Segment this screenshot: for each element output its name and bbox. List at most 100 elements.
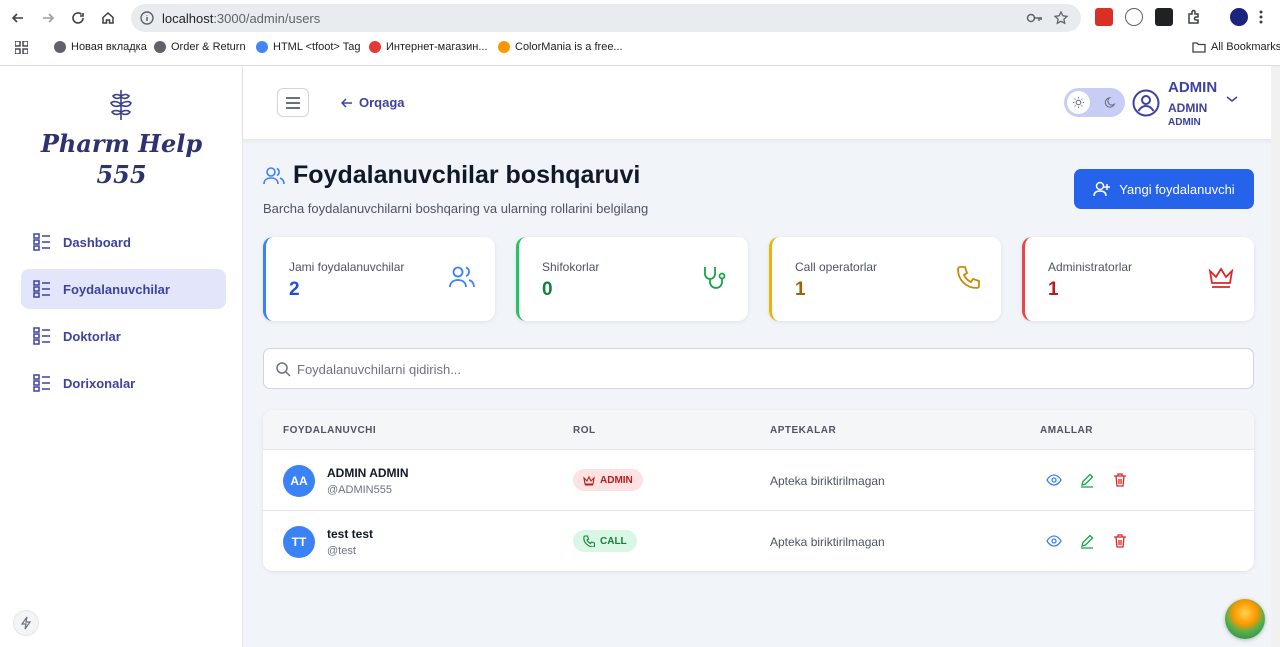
table-row: AA ADMIN ADMIN @ADMIN555 ADMIN Apteka bi… — [263, 449, 1254, 510]
logo-number: 555 — [96, 160, 147, 189]
bookmark-item[interactable]: ColorMania is a free... — [498, 41, 623, 53]
site-info-icon[interactable] — [139, 10, 155, 26]
address-bar[interactable]: localhost:3000/admin/users — [131, 4, 1081, 32]
search-icon — [275, 361, 291, 377]
all-bookmarks[interactable]: All Bookmarks — [1192, 41, 1280, 53]
users-table: FOYDALANUVCHI ROL APTEKALAR AMALLAR AA A… — [263, 410, 1254, 571]
stat-label: Administratorlar — [1048, 260, 1133, 274]
folder-icon — [1192, 42, 1206, 53]
stat-card-doctors: Shifokorlar 0 — [516, 237, 748, 321]
role-badge: CALL — [573, 530, 637, 552]
avatar: AA — [283, 465, 315, 497]
user-circle-icon[interactable] — [1132, 89, 1160, 117]
stat-label: Jami foydalanuvchilar — [289, 260, 405, 274]
sidebar-item-label: Dorixonalar — [63, 375, 136, 391]
extensions-puzzle-icon[interactable] — [1185, 8, 1203, 26]
bookmarks-bar: Новая вкладка Order & Return HTML <tfoot… — [0, 38, 1280, 60]
forward-arrow-icon[interactable] — [37, 7, 59, 29]
back-link[interactable]: Orqaga — [341, 95, 405, 110]
list-icon — [33, 233, 51, 251]
sidebar-item-label: Dashboard — [63, 234, 131, 250]
edit-pencil-icon[interactable] — [1079, 472, 1095, 488]
view-eye-icon[interactable] — [1046, 533, 1062, 549]
column-header: ROL — [573, 425, 596, 436]
sidebar-item-label: Doktorlar — [63, 328, 121, 344]
colormania-icon — [498, 41, 510, 53]
extension-dark-icon[interactable] — [1155, 8, 1173, 26]
delete-trash-icon[interactable] — [1112, 472, 1128, 488]
list-icon — [33, 327, 51, 345]
back-label: Orqaga — [359, 95, 405, 110]
crown-icon — [583, 475, 595, 486]
users-icon — [449, 265, 475, 289]
sidebar-item-dorixonalar[interactable]: Dorixonalar — [21, 363, 226, 403]
apps-grid-icon[interactable] — [15, 41, 28, 54]
globe-icon — [154, 41, 166, 53]
theme-toggle[interactable] — [1064, 88, 1125, 117]
table-row: TT test test @test CALL Apteka biriktiri… — [263, 510, 1254, 571]
user-name[interactable]: ADMIN — [1168, 79, 1217, 96]
extension-red-icon[interactable] — [1095, 8, 1113, 26]
user-plus-icon — [1093, 181, 1111, 197]
page-title: Foydalanuvchilar boshqaruvi — [293, 161, 641, 189]
bookmark-item[interactable]: Интернет-магазин... — [369, 41, 488, 53]
stat-value: 0 — [542, 279, 553, 300]
shop-icon — [369, 41, 381, 53]
menu-toggle-button[interactable] — [277, 88, 309, 117]
home-icon[interactable] — [97, 7, 119, 29]
page-subtitle: Barcha foydalanuvchilarni boshqaring va … — [263, 201, 649, 216]
stat-card-call-operators: Call operatorlar 1 — [769, 237, 1001, 321]
chevron-down-icon[interactable] — [1225, 94, 1239, 104]
view-eye-icon[interactable] — [1046, 472, 1062, 488]
sidebar-item-foydalanuvchilar[interactable]: Foydalanuvchilar — [21, 269, 226, 309]
url-text: localhost:3000/admin/users — [162, 11, 321, 26]
phone-icon — [955, 265, 981, 291]
back-arrow-icon[interactable] — [7, 7, 29, 29]
list-icon — [33, 374, 51, 392]
search-box — [263, 348, 1254, 389]
search-input[interactable] — [297, 357, 1197, 381]
scrollbar[interactable] — [1271, 66, 1280, 647]
pharmacy-value: Apteka biriktirilmagan — [770, 474, 885, 488]
stat-card-total-users: Jami foydalanuvchilar 2 — [263, 237, 495, 321]
stat-value: 1 — [795, 279, 806, 300]
top-bar: Orqaga ADMIN ADMIN ADMIN — [243, 66, 1280, 139]
new-user-label: Yangi foydalanuvchi — [1119, 181, 1235, 197]
google-icon — [256, 41, 268, 53]
delete-trash-icon[interactable] — [1112, 533, 1128, 549]
floating-assistant-icon[interactable] — [1225, 599, 1265, 639]
column-header: FOYDALANUVCHI — [283, 425, 377, 436]
bookmark-item[interactable]: HTML <tfoot> Tag — [256, 41, 360, 53]
lightning-icon[interactable] — [13, 610, 39, 636]
user-handle: @ADMIN555 — [327, 484, 392, 496]
extension-face-icon[interactable] — [1125, 8, 1143, 26]
users-icon — [263, 166, 285, 186]
reload-icon[interactable] — [67, 7, 89, 29]
bookmark-item[interactable]: Order & Return — [154, 41, 246, 53]
leaf-logo-icon — [108, 88, 134, 122]
sidebar-item-dashboard[interactable]: Dashboard — [21, 222, 226, 262]
moon-icon[interactable] — [1099, 91, 1122, 114]
sidebar-item-label: Foydalanuvchilar — [63, 281, 170, 297]
sun-icon[interactable] — [1067, 91, 1090, 114]
user-handle: @test — [327, 545, 356, 557]
sidebar-item-doktorlar[interactable]: Doktorlar — [21, 316, 226, 356]
stat-label: Call operatorlar — [795, 260, 878, 274]
hamburger-icon — [286, 96, 300, 109]
list-icon — [33, 280, 51, 298]
user-fullname: ADMIN ADMIN — [327, 466, 409, 480]
phone-icon — [583, 535, 595, 547]
bookmark-item[interactable]: Новая вкладка — [54, 41, 147, 53]
user-username: ADMIN — [1168, 101, 1208, 115]
password-key-icon[interactable] — [1026, 10, 1042, 26]
column-header: APTEKALAR — [770, 425, 837, 436]
logo-title: Pharm Help — [40, 129, 203, 158]
browser-menu-icon[interactable] — [1258, 8, 1264, 26]
sidebar: Pharm Help 555 Dashboard Foydalanuvchila… — [0, 66, 243, 647]
new-user-button[interactable]: Yangi foydalanuvchi — [1074, 169, 1254, 209]
browser-chrome: localhost:3000/admin/users Новая вкладка… — [0, 0, 1280, 66]
role-label: CALL — [600, 535, 627, 547]
bookmark-star-icon[interactable] — [1053, 10, 1069, 26]
edit-pencil-icon[interactable] — [1079, 533, 1095, 549]
profile-avatar-icon[interactable] — [1230, 8, 1248, 26]
